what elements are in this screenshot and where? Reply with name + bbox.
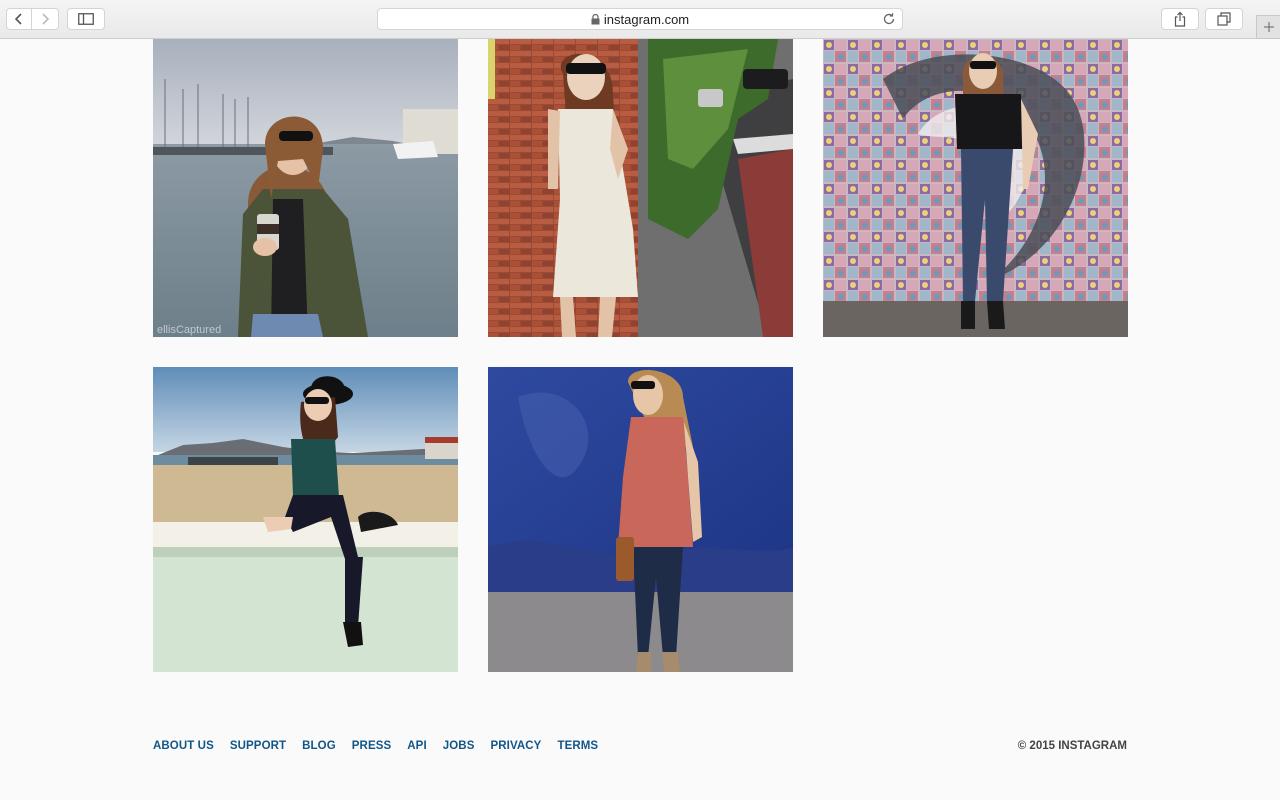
forward-button[interactable] xyxy=(32,8,59,30)
photo-image xyxy=(488,367,793,672)
chevron-left-icon xyxy=(14,13,22,25)
sidebar-button[interactable] xyxy=(67,8,105,30)
browser-toolbar: instagram.com xyxy=(0,0,1280,39)
footer-link-blog[interactable]: BLOG xyxy=(302,739,336,753)
photo-image xyxy=(153,367,458,672)
footer-link-support[interactable]: SUPPORT xyxy=(230,739,286,753)
footer-nav: ABOUT US SUPPORT BLOG PRESS API JOBS PRI… xyxy=(153,739,614,753)
footer-link-jobs[interactable]: JOBS xyxy=(443,739,475,753)
lock-icon xyxy=(591,13,600,24)
address-bar[interactable]: instagram.com xyxy=(377,8,903,30)
footer-link-press[interactable]: PRESS xyxy=(352,739,392,753)
tabs-icon xyxy=(1217,12,1231,26)
share-icon xyxy=(1174,11,1186,27)
photo-image: ellisCaptured xyxy=(153,39,458,337)
share-button[interactable] xyxy=(1161,8,1199,30)
back-button[interactable] xyxy=(6,8,32,30)
show-tabs-button[interactable] xyxy=(1205,8,1243,30)
photo-thumbnail[interactable]: ellisCaptured xyxy=(153,39,458,337)
photo-image xyxy=(823,39,1128,337)
url-text: instagram.com xyxy=(603,11,690,27)
svg-text:ellisCaptured: ellisCaptured xyxy=(157,324,221,336)
footer-link-api[interactable]: API xyxy=(407,739,426,753)
sidebar-icon xyxy=(78,13,94,25)
photo-thumbnail[interactable] xyxy=(153,367,458,672)
reload-icon[interactable] xyxy=(882,12,896,26)
photo-thumbnail[interactable] xyxy=(823,39,1128,337)
footer-link-privacy[interactable]: PRIVACY xyxy=(490,739,541,753)
new-tab-button[interactable] xyxy=(1256,15,1280,39)
photo-thumbnail[interactable] xyxy=(488,367,793,672)
plus-icon xyxy=(1263,22,1274,32)
footer-link-about-us[interactable]: ABOUT US xyxy=(153,739,214,753)
photo-image xyxy=(488,39,793,337)
chevron-right-icon xyxy=(42,13,50,25)
photo-thumbnail[interactable] xyxy=(488,39,793,337)
copyright-text: © 2015 INSTAGRAM xyxy=(1017,740,1127,752)
footer-link-terms[interactable]: TERMS xyxy=(557,739,598,753)
